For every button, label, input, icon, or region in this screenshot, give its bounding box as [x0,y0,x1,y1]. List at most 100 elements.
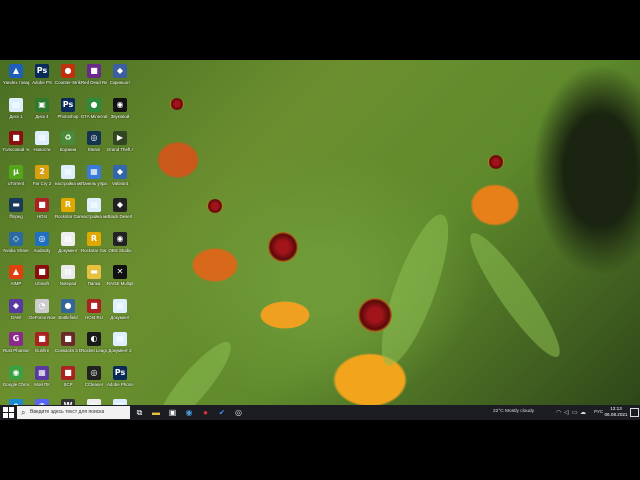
desktop-icon[interactable]: ▦Панель управления [81,164,107,199]
desktop-icon-label: Nvidia Share [3,247,29,253]
flower-center [488,155,504,169]
desktop-icon[interactable]: ▤ Документ [55,231,81,266]
flower-center [170,98,184,110]
desktop-icon[interactable]: ● GTA Minecraft [81,97,107,132]
desktop-icon[interactable]: ■ SCP [55,365,81,400]
desktop-icon[interactable]: ◆ DAW [3,298,29,333]
desktop-icon[interactable]: ▬ Папка [81,265,107,299]
network-icon[interactable]: ◠ [556,409,561,416]
desktop-icon[interactable]: Ps Photoshop [55,97,81,132]
desktop-icon-label: Steam [87,147,101,152]
desktop-icon[interactable]: ▬ ffmpeg [3,198,29,232]
start-button[interactable] [3,407,14,418]
desktop-icon[interactable]: ▲ Yandex товарищ [3,64,29,98]
desktop-icon[interactable]: ● Counter-Strike [55,64,81,98]
desktop-icon-label: Диск 4 [35,113,49,119]
desktop-icon[interactable]: ◇ Nvidia Share [3,231,29,266]
desktop-icon[interactable]: 2 Far Cry 2 [29,164,55,199]
desktop-icon[interactable]: ◆ Скриншот [107,64,133,98]
wallpaper-leaf [368,207,462,373]
desktop-icon[interactable]: µ uTorrent [3,164,29,199]
photoshop-icon: Ps [113,365,127,380]
desktop-icon-label: Yandex товарищ [3,80,29,85]
desktop-icon[interactable]: ◉ Звуковой [107,97,133,132]
desktop-icon[interactable]: ♻ Корзина [55,131,81,165]
desktop-icon[interactable]: ▦ Мой ПК [29,365,55,400]
desktop-icon-label: uTorrent [7,180,25,186]
desktop-icon[interactable]: ◐ Rocket League [81,332,107,366]
desktop-icon[interactable]: G Rust PhantomRP [3,332,29,366]
desktop-icon-label: GeForce Now [29,314,55,320]
desktop-icon[interactable]: RRockstar Games [55,198,81,232]
weather-widget[interactable]: 22°C Mostly cloudy [493,409,534,414]
desktop-icon[interactable]: ▲ AIMP [3,265,29,299]
desktop-icon[interactable]: ▤ Notepad [55,265,81,299]
chrome-icon[interactable]: ◉ [184,407,195,418]
rockstar-icon: R [61,198,75,212]
app-icon: ▬ [9,198,23,212]
desktop-icon[interactable]: PsAdobe Photoshop [107,365,133,400]
file-explorer-icon[interactable]: ▬ [151,407,162,418]
desktop-icon[interactable]: ▣ Диск 4 [29,97,55,132]
store-icon[interactable]: ▣ [167,407,178,418]
todo-icon[interactable]: ✔ [217,407,228,418]
desktop-icon[interactable]: ◎ Steam [81,131,107,165]
desktop-icon[interactable]: ■ Gunfire [29,332,55,366]
desktop-icon[interactable]: ◔ GeForce Now [29,298,55,333]
task-view-icon[interactable]: ⧉ [134,407,145,418]
desktop-icon-label: Папка [87,281,101,286]
cloud-icon[interactable]: ☁ [580,409,586,416]
desktop-icon-grid: ▲ Yandex товарищ Ps Adobe PS ● Counter-Strike… [0,60,140,420]
desktop-icon[interactable]: RRockstar Games [81,231,107,266]
document-icon: ▤ [87,198,101,212]
opera-icon[interactable]: ● [200,407,211,418]
desktop-icon[interactable]: ▶ Grand Theft Auto [107,131,133,165]
game-icon: ● [61,64,75,78]
desktop-icon-label: HOI4 [36,214,48,219]
desktop-icon-label: Red Dead Redemption [81,80,107,85]
taskbar-search-box[interactable]: ⌕ Введите здесь текст для поиска [17,406,130,419]
desktop-icon[interactable]: ▤ Документ 2 [107,332,133,366]
battery-icon[interactable]: ▭ [572,409,578,416]
desktop-icon[interactable]: ▤ настройка микрофон [81,198,107,232]
desktop-icon[interactable]: ■ Red Dead Redemption [81,64,107,98]
desktop-icon[interactable]: ■ Cossacks 3 DLC [55,332,81,366]
speaker-icon[interactable]: ◁ [564,409,569,416]
desktop-icon[interactable]: ▤настройка микрофона [55,164,81,199]
drive-icon: ▣ [35,97,49,112]
desktop-icon-label: ffmpeg [9,214,23,219]
desktop-icon-label: Новости [33,147,51,152]
obs-icon: ◉ [113,231,127,246]
flower-center [207,199,223,213]
desktop-icon[interactable]: ◆ Valorant [107,164,133,199]
desktop-icon-label: Adobe PS [32,80,52,85]
notification-center-icon[interactable] [630,408,639,417]
desktop-icon[interactable]: ■ HOI4 RU [81,298,107,333]
desktop-icon-label: Rockstar Games [81,247,107,253]
clock-date: 06.08.2021 [604,412,628,417]
desktop-icon[interactable]: ◉ OBS Studio [107,231,133,266]
desktop-icon-label: Valorant [111,180,129,186]
desktop-icon[interactable]: ◉Google Chrome [3,365,29,400]
language-indicator[interactable]: РУС [594,409,603,414]
obs-icon[interactable]: ◎ [233,407,244,418]
desktop-icon-label: Audacity [33,247,51,253]
desktop-icon[interactable]: ■ HOI4 [29,198,55,232]
desktop-icon-label: Grand Theft Auto [107,147,133,152]
desktop-icon[interactable]: ◎ CCleaner [81,365,107,400]
desktop-icon[interactable]: ◆ Black Desert [107,198,133,232]
desktop-icon[interactable]: ● Battlefield [55,298,81,333]
desktop-icon-label: Диск 1 [9,113,23,119]
desktop-icon[interactable]: ■ Голосовой чат [3,131,29,165]
desktop-icon[interactable]: ▤ Документ [107,298,133,333]
desktop-icon[interactable]: ✕ RAGE Multiplayer [107,265,133,299]
game-icon: ● [61,298,75,313]
desktop-icon[interactable]: Ps Adobe PS [29,64,55,98]
document-icon: ▤ [61,164,75,179]
desktop-icon-label: DAW [10,314,22,320]
desktop-icon[interactable]: ◎ Audacity [29,231,55,266]
desktop-icon[interactable]: ■ Ubisoft [29,265,55,299]
clock[interactable]: 13:13 06.08.2021 [604,406,628,418]
desktop-icon[interactable]: ▤ Диск 1 [3,97,29,132]
desktop-icon[interactable]: ▤ Новости [29,131,55,165]
